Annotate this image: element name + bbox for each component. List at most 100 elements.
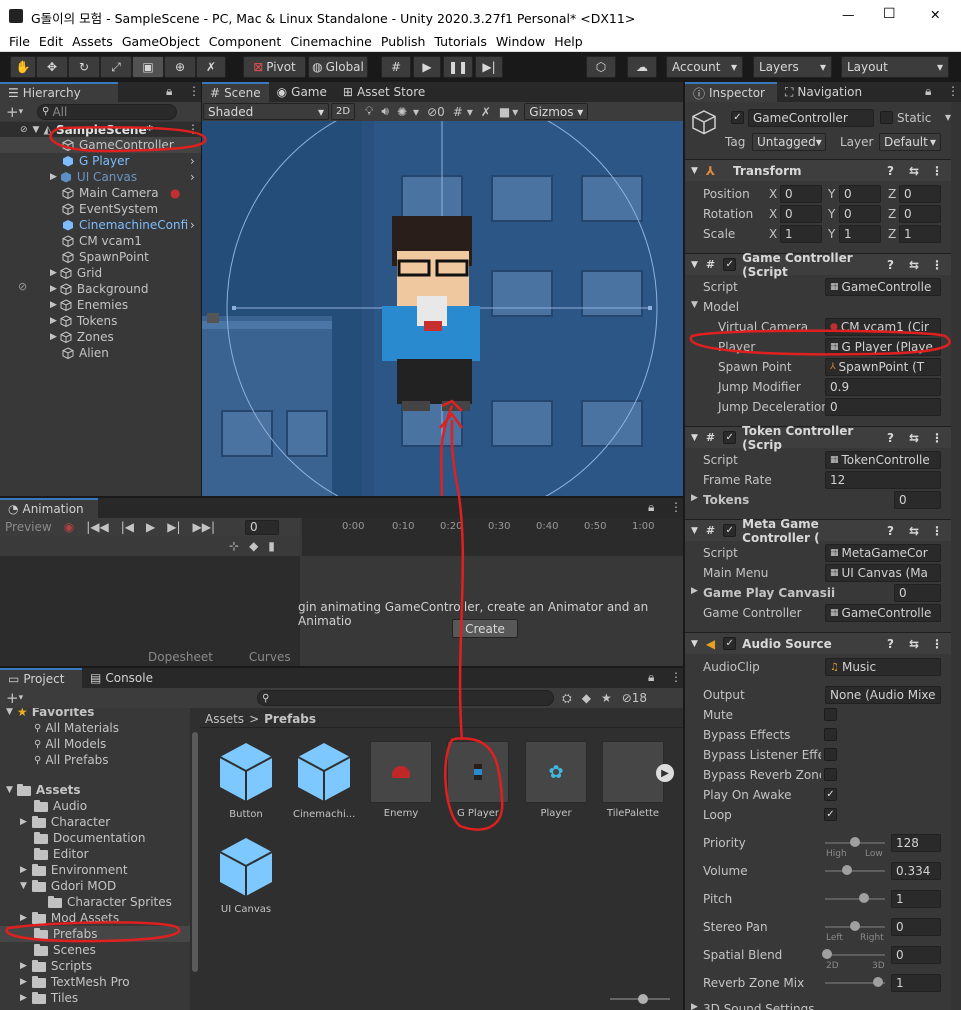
layout-dropdown[interactable]: Layout ▾	[841, 56, 949, 78]
position-y-input[interactable]: 0	[839, 185, 881, 203]
main-menu-field[interactable]: ▦ UI Canvas (Ma	[825, 564, 941, 582]
hierarchy-search-input[interactable]: ⚲ All	[37, 103, 178, 120]
tab-curves[interactable]: Curves	[249, 650, 291, 664]
component-enabled-checkbox[interactable]: ✓	[723, 524, 737, 537]
help-icon[interactable]: ?	[887, 431, 894, 445]
prefab-tile-g-player[interactable]: G Player	[447, 741, 509, 819]
preset-icon[interactable]: ⇆	[909, 431, 919, 445]
menu-component[interactable]: Component	[209, 34, 282, 49]
prefab-tile-cinemachine[interactable]: Cinemachi...	[293, 741, 355, 820]
shading-dropdown[interactable]: Shaded ▾	[203, 103, 329, 120]
hierarchy-item-spawnpoint[interactable]: SpawnPoint	[0, 249, 201, 265]
hierarchy-item-gamecontroller[interactable]: GameController	[0, 137, 201, 153]
lock-icon[interactable]: 🔒︎	[166, 84, 172, 99]
reverb-zone-mix-input[interactable]: 1	[891, 974, 941, 992]
play-preview-icon[interactable]: ▶	[656, 764, 674, 782]
record-icon[interactable]: ◉	[64, 520, 74, 534]
tab-scene[interactable]: # Scene	[202, 82, 269, 102]
active-checkbox[interactable]: ✓	[731, 111, 744, 124]
hierarchy-item-g-player[interactable]: G Player ›	[0, 153, 201, 169]
chevron-right-icon[interactable]: ›	[190, 154, 195, 168]
folder-character[interactable]: ▶ Character	[0, 814, 190, 830]
bypass-listener-effects-checkbox[interactable]	[824, 748, 837, 761]
more-options-icon[interactable]: ⋮	[931, 637, 943, 651]
hierarchy-item-eventsystem[interactable]: EventSystem	[0, 201, 201, 217]
inspector-scrollbar[interactable]	[951, 102, 961, 1010]
volume-slider[interactable]	[825, 870, 885, 872]
position-z-input[interactable]: 0	[899, 185, 941, 203]
menu-gameobject[interactable]: GameObject	[122, 34, 200, 49]
spatial-blend-input[interactable]: 0	[891, 946, 941, 964]
tokens-count-input[interactable]: 0	[894, 491, 941, 509]
project-search-input[interactable]: ⚲	[257, 690, 555, 706]
rotation-z-input[interactable]: 0	[899, 205, 941, 223]
chevron-down-icon[interactable]: ▾	[19, 107, 24, 117]
player-field[interactable]: ▦ G Player (Playe	[825, 338, 941, 356]
hierarchy-item-grid[interactable]: ▶ Grid	[0, 265, 201, 281]
more-options-icon[interactable]: ⋮	[931, 258, 943, 272]
chevron-right-icon[interactable]: ›	[190, 218, 195, 232]
stereo-pan-input[interactable]: 0	[891, 918, 941, 936]
help-icon[interactable]: ?	[887, 258, 894, 272]
folder-documentation[interactable]: Documentation	[0, 830, 190, 846]
account-dropdown[interactable]: Account ▾	[666, 56, 743, 78]
audio-source-header[interactable]: ▼ ◀ ✓ Audio Source ? ⇆ ⋮	[685, 632, 961, 654]
layer-dropdown[interactable]: Default ▾	[879, 133, 941, 151]
more-options-icon[interactable]: ⋮	[670, 670, 682, 684]
scale-z-input[interactable]: 1	[899, 225, 941, 243]
folder-textmesh-pro[interactable]: ▶ TextMesh Pro	[0, 974, 190, 990]
gizmos-dropdown[interactable]: Gizmos ▾	[524, 103, 589, 120]
pause-button[interactable]: ❚❚	[443, 56, 473, 78]
jump-deceleration-input[interactable]: 0	[825, 398, 941, 416]
hierarchy-item-alien[interactable]: Alien	[0, 345, 201, 361]
scale-tool-icon[interactable]: ⤢	[100, 56, 132, 78]
chevron-right-icon[interactable]: ›	[190, 170, 195, 184]
lock-icon[interactable]: 🔒︎	[648, 670, 654, 685]
menu-window[interactable]: Window	[496, 34, 545, 49]
mute-checkbox[interactable]	[824, 708, 837, 721]
transform-tool-icon[interactable]: ⊕	[164, 56, 196, 78]
collab-icon[interactable]: ⬡	[586, 56, 616, 78]
bypass-reverb-zones-checkbox[interactable]	[824, 768, 837, 781]
play-button[interactable]: ▶	[413, 56, 441, 78]
frame-input[interactable]: 0	[245, 519, 279, 535]
favorite-all-prefabs[interactable]: ⚲ All Prefabs	[0, 752, 190, 768]
favorite-all-materials[interactable]: ⚲ All Materials	[0, 720, 190, 736]
static-checkbox[interactable]	[880, 111, 893, 124]
play-on-awake-checkbox[interactable]: ✓	[824, 788, 837, 801]
tab-game[interactable]: ◉ Game	[268, 82, 335, 102]
preset-icon[interactable]: ⇆	[909, 164, 919, 178]
token-controller-header[interactable]: ▼ # ✓ Token Controller (Scrip ? ⇆ ⋮	[685, 424, 961, 452]
step-button[interactable]: ▶|	[475, 56, 503, 78]
chevron-down-icon[interactable]: ▾	[19, 693, 24, 703]
pivot-toggle[interactable]: ⊠ Pivot	[243, 56, 306, 78]
chevron-down-icon[interactable]: ▾	[512, 105, 518, 119]
hierarchy-item-tokens[interactable]: ▶ Tokens	[0, 313, 201, 329]
custom-tool-icon[interactable]: ✗	[196, 56, 226, 78]
event-add-icon[interactable]: ◆	[249, 539, 258, 553]
camera-icon[interactable]: ■	[499, 105, 510, 119]
favorite-star-icon[interactable]: ★	[601, 691, 612, 705]
transform-header[interactable]: ▼ ⅄ Transform ? ⇆ ⋮	[685, 159, 961, 181]
tab-hierarchy[interactable]: ☰ Hierarchy	[0, 82, 118, 102]
priority-input[interactable]: 128	[891, 834, 941, 852]
play-icon[interactable]: ▶	[146, 520, 155, 534]
keyframe-add-icon[interactable]: ⊹	[229, 539, 239, 553]
folder-scenes[interactable]: Scenes	[0, 942, 190, 958]
prefab-tile-ui-canvas[interactable]: UI Canvas	[215, 836, 277, 915]
more-options-icon[interactable]: ⋮	[670, 500, 682, 514]
lighting-icon[interactable]: 💡︎	[365, 104, 373, 119]
scene-root-row[interactable]: ⊘ ▼ ◭ SampleScene*	[0, 122, 201, 137]
folder-gdori-mod[interactable]: ▼ Gdori MOD	[0, 878, 190, 894]
folder-tree-scrollbar[interactable]	[190, 708, 200, 1010]
effects-icon[interactable]: ✺	[397, 105, 407, 119]
lock-icon[interactable]: 🔒︎	[925, 84, 931, 99]
virtual-camera-field[interactable]: ● CM vcam1 (Cir	[825, 318, 941, 336]
filter-type-icon[interactable]: ⛭	[562, 691, 572, 706]
visibility-icon[interactable]: ⊘	[20, 125, 28, 135]
audio-icon[interactable]: 🔊︎	[381, 104, 389, 119]
add-icon[interactable]: +	[6, 103, 19, 121]
more-options-icon[interactable]: ⋮	[187, 122, 199, 136]
folder-character-sprites[interactable]: Character Sprites	[0, 894, 190, 910]
grid-icon[interactable]: #	[453, 105, 463, 119]
